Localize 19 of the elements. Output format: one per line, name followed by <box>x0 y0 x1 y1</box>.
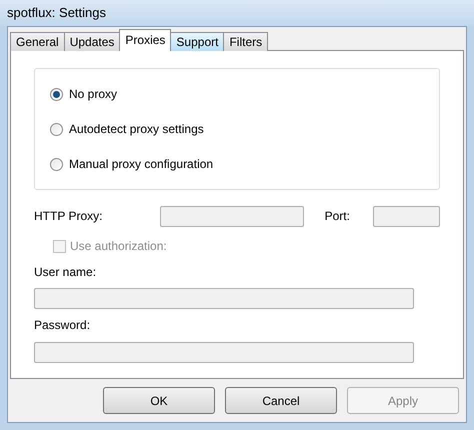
tab[interactable]: Filters <box>223 32 268 51</box>
radio-button[interactable] <box>50 122 63 136</box>
field-label: HTTP Proxy: <box>34 208 104 225</box>
tab[interactable]: General <box>10 32 65 51</box>
tab[interactable]: Updates <box>64 32 120 51</box>
dialog-button[interactable]: Cancel <box>225 387 337 414</box>
radio-label: No proxy <box>69 86 118 103</box>
tab[interactable]: Proxies <box>119 29 172 51</box>
radio-label: Manual proxy configuration <box>69 156 214 173</box>
checkbox-label: Use authorization: <box>70 238 167 255</box>
radio-button[interactable] <box>50 158 63 170</box>
dialog-button[interactable]: OK <box>103 387 215 414</box>
field-label: Port: <box>324 208 351 225</box>
radio-button[interactable] <box>50 88 63 100</box>
radio-label: Autodetect proxy settings <box>69 121 204 138</box>
field-label: Password: <box>34 317 92 334</box>
tab[interactable]: Support <box>170 32 224 51</box>
window-title: spotflux: Settings <box>7 4 106 22</box>
field-label: User name: <box>34 264 98 281</box>
